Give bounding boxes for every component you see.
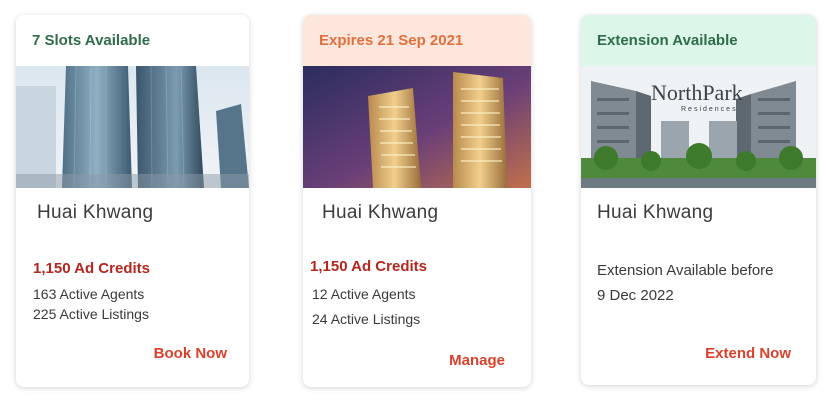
book-now-button[interactable]: Book Now — [154, 345, 227, 362]
project-photo-towers — [16, 66, 249, 188]
northpark-logo-sub: Residences — [681, 106, 738, 113]
ad-credits: 1,150 Ad Credits — [310, 258, 427, 275]
active-listings: 225 Active Listings — [33, 306, 149, 322]
project-card[interactable]: Expires 21 Sep 2021 Huai Khwang 1,150 Ad… — [303, 15, 531, 387]
northpark-logo: NorthPark — [651, 80, 743, 105]
project-card[interactable]: 7 Slots Available Huai Khwang 1,150 Ad C… — [16, 15, 249, 387]
project-card[interactable]: Extension Available NorthPark Residences… — [581, 15, 816, 385]
project-name: Huai Khwang — [37, 202, 154, 223]
project-photo-night-towers — [303, 66, 531, 188]
active-listings: 24 Active Listings — [312, 311, 421, 327]
project-photo-northpark: NorthPark Residences — [581, 66, 816, 188]
ad-credits: 1,150 Ad Credits — [33, 260, 150, 277]
extension-notice: Extension Available before 9 Dec 2022 — [597, 258, 774, 308]
project-name: Huai Khwang — [597, 202, 714, 223]
extension-header: Extension Available — [581, 15, 816, 66]
extension-line-1: Extension Available before — [597, 262, 774, 279]
manage-button[interactable]: Manage — [449, 352, 505, 369]
project-cards-row: 7 Slots Available Huai Khwang 1,150 Ad C… — [0, 0, 826, 402]
active-agents: 163 Active Agents — [33, 286, 145, 302]
expiry-header: Expires 21 Sep 2021 — [303, 15, 531, 66]
extension-date: 9 Dec 2022 — [597, 287, 674, 304]
active-agents: 12 Active Agents — [312, 286, 416, 302]
extend-now-button[interactable]: Extend Now — [705, 345, 791, 362]
slots-available-header: 7 Slots Available — [16, 15, 249, 66]
project-name: Huai Khwang — [322, 202, 439, 223]
